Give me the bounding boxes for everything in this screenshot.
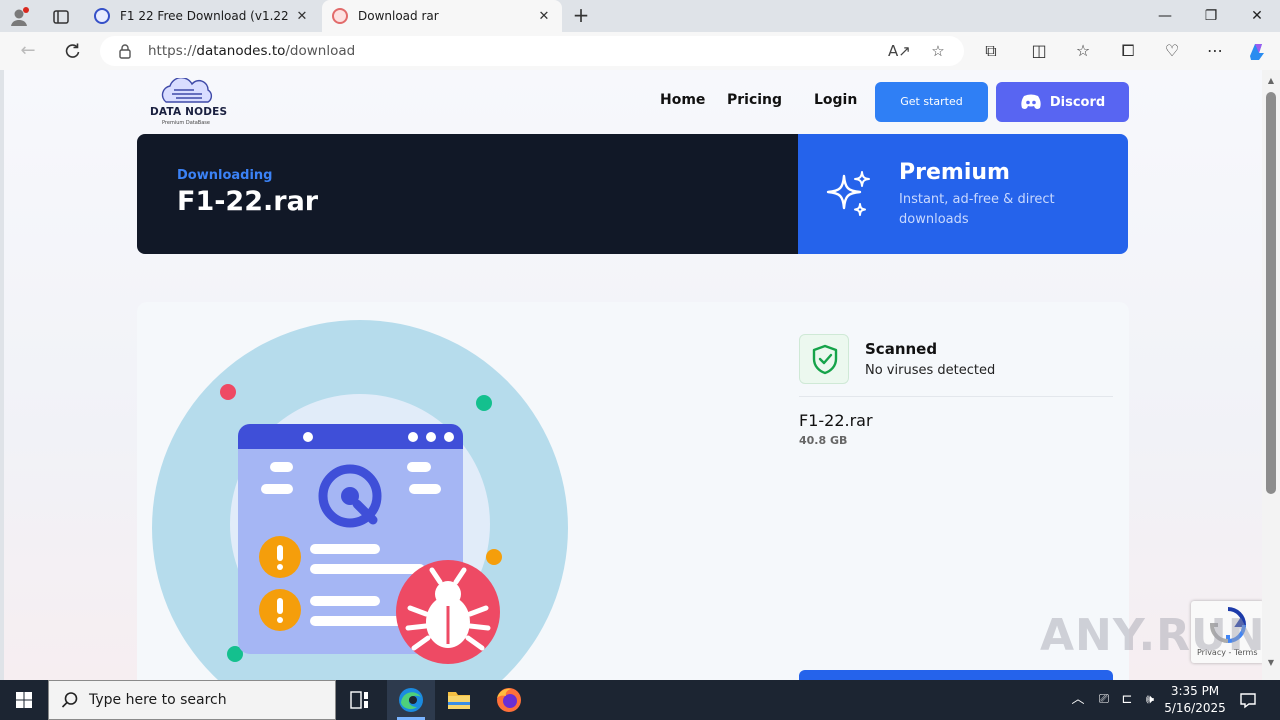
scroll-down-icon[interactable]: ▼ — [1266, 658, 1276, 668]
url-text: https://datanodes.to/download — [148, 43, 356, 59]
favorites-icon[interactable]: ☆ — [1072, 40, 1094, 62]
premium-title: Premium — [899, 160, 1010, 185]
restore-button[interactable]: ❐ — [1188, 4, 1234, 28]
task-view-icon[interactable] — [336, 680, 384, 720]
search-placeholder: Type here to search — [89, 692, 227, 708]
datanodes-logo[interactable]: DATA NODES Premium DataBase — [148, 78, 228, 128]
file-name: F1-22.rar — [799, 411, 873, 430]
page-viewport: DATA NODES Premium DataBase Home Pricing… — [4, 70, 1262, 680]
profile-icon[interactable] — [8, 6, 30, 28]
tab-f1-22-download[interactable]: F1 22 Free Download (v1.22) - Rep ✕ — [84, 0, 320, 32]
premium-description: Instant, ad-free & direct downloads — [899, 192, 1055, 227]
more-menu-icon[interactable]: ⋯ — [1204, 40, 1226, 62]
tab-actions-icon[interactable] — [50, 6, 72, 28]
close-tab-icon[interactable]: ✕ — [294, 8, 310, 24]
get-started-button[interactable]: Get started — [875, 82, 988, 122]
cloud-logo-icon — [161, 78, 213, 103]
volume-icon[interactable]: 🕪 — [1140, 680, 1160, 720]
taskbar-clock[interactable]: 3:35 PM 5/16/2025 — [1160, 683, 1230, 717]
network-device-icon[interactable]: ⎚ — [1094, 680, 1114, 720]
scan-status-description: No viruses detected — [865, 363, 996, 378]
browser-toolbar: ← https://datanodes.to/download A↗ ☆ ⧉ ◫… — [0, 32, 1280, 70]
tab-title: F1 22 Free Download (v1.22) - Rep — [120, 9, 288, 23]
discord-label: Discord — [1049, 94, 1106, 110]
wifi-network-icon[interactable]: ⊏ — [1117, 680, 1137, 720]
page-scrollbar[interactable]: ▲ ▼ — [1262, 70, 1280, 680]
collections-icon[interactable]: ⧠ — [1117, 40, 1139, 62]
new-tab-button[interactable]: + — [570, 5, 592, 27]
datanodes-favicon-icon — [332, 8, 348, 24]
firefox-icon[interactable] — [485, 680, 533, 720]
file-explorer-icon[interactable] — [435, 680, 483, 720]
tab-title: Download rar — [358, 9, 439, 23]
search-icon — [61, 692, 78, 708]
notifications-icon[interactable] — [1236, 680, 1260, 720]
file-size: 40.8 GB — [799, 434, 848, 447]
site-favicon-icon — [94, 8, 110, 24]
lock-icon[interactable] — [118, 43, 132, 59]
close-window-button[interactable]: ✕ — [1234, 4, 1280, 28]
taskbar-search[interactable]: Type here to search — [48, 680, 336, 720]
clock-date: 5/16/2025 — [1164, 701, 1226, 715]
anyrun-watermark: ANY.RUN — [1040, 610, 1262, 661]
back-arrow-icon[interactable]: ← — [17, 40, 39, 62]
virus-scan-illustration — [152, 320, 568, 680]
browser-tab-bar: F1 22 Free Download (v1.22) - Rep ✕ Down… — [0, 0, 1280, 32]
edge-taskbar-icon[interactable] — [387, 680, 435, 720]
browser-essentials-icon[interactable]: ♡ — [1161, 40, 1183, 62]
shield-check-icon — [799, 334, 849, 384]
minimize-button[interactable]: — — [1142, 4, 1188, 28]
divider — [799, 396, 1113, 397]
sparkles-icon — [826, 171, 870, 216]
read-aloud-icon[interactable]: A↗ — [888, 41, 911, 61]
close-tab-icon[interactable]: ✕ — [536, 8, 552, 24]
discord-button[interactable]: Discord — [996, 82, 1129, 122]
windows-taskbar: Type here to search ︿ ⎚ ⊏ 🕪 3:35 PM 5/16… — [0, 680, 1280, 720]
extensions-icon[interactable]: ⧉ — [980, 40, 1002, 62]
start-button[interactable] — [0, 680, 48, 720]
clock-time: 3:35 PM — [1170, 684, 1220, 698]
scroll-up-icon[interactable]: ▲ — [1266, 76, 1276, 86]
refresh-icon[interactable] — [61, 40, 83, 62]
premium-banner[interactable]: Premium Instant, ad-free & direct downlo… — [798, 134, 1128, 254]
discord-icon — [1021, 94, 1041, 109]
download-filename: F1-22.rar — [177, 186, 319, 217]
nav-login[interactable]: Login — [814, 92, 857, 108]
favorite-star-icon[interactable]: ☆ — [928, 41, 948, 61]
download-button[interactable] — [799, 670, 1113, 680]
scan-status-title: Scanned — [865, 340, 938, 358]
logo-text: DATA NODES — [150, 106, 228, 118]
copilot-icon[interactable] — [1246, 40, 1268, 62]
scrollbar-thumb[interactable] — [1266, 92, 1276, 494]
tab-download-rar[interactable]: Download rar ✕ — [322, 0, 562, 32]
download-banner: Downloading F1-22.rar — [137, 134, 798, 254]
windows-logo-icon — [16, 692, 32, 708]
address-bar[interactable]: https://datanodes.to/download A↗ ☆ — [100, 36, 964, 66]
nav-pricing[interactable]: Pricing — [727, 92, 782, 108]
split-screen-icon[interactable]: ◫ — [1028, 40, 1050, 62]
nav-home[interactable]: Home — [660, 92, 705, 108]
downloading-label: Downloading — [177, 168, 273, 183]
tray-overflow-chevron-icon[interactable]: ︿ — [1068, 680, 1088, 720]
logo-subtitle: Premium DataBase — [162, 120, 210, 126]
